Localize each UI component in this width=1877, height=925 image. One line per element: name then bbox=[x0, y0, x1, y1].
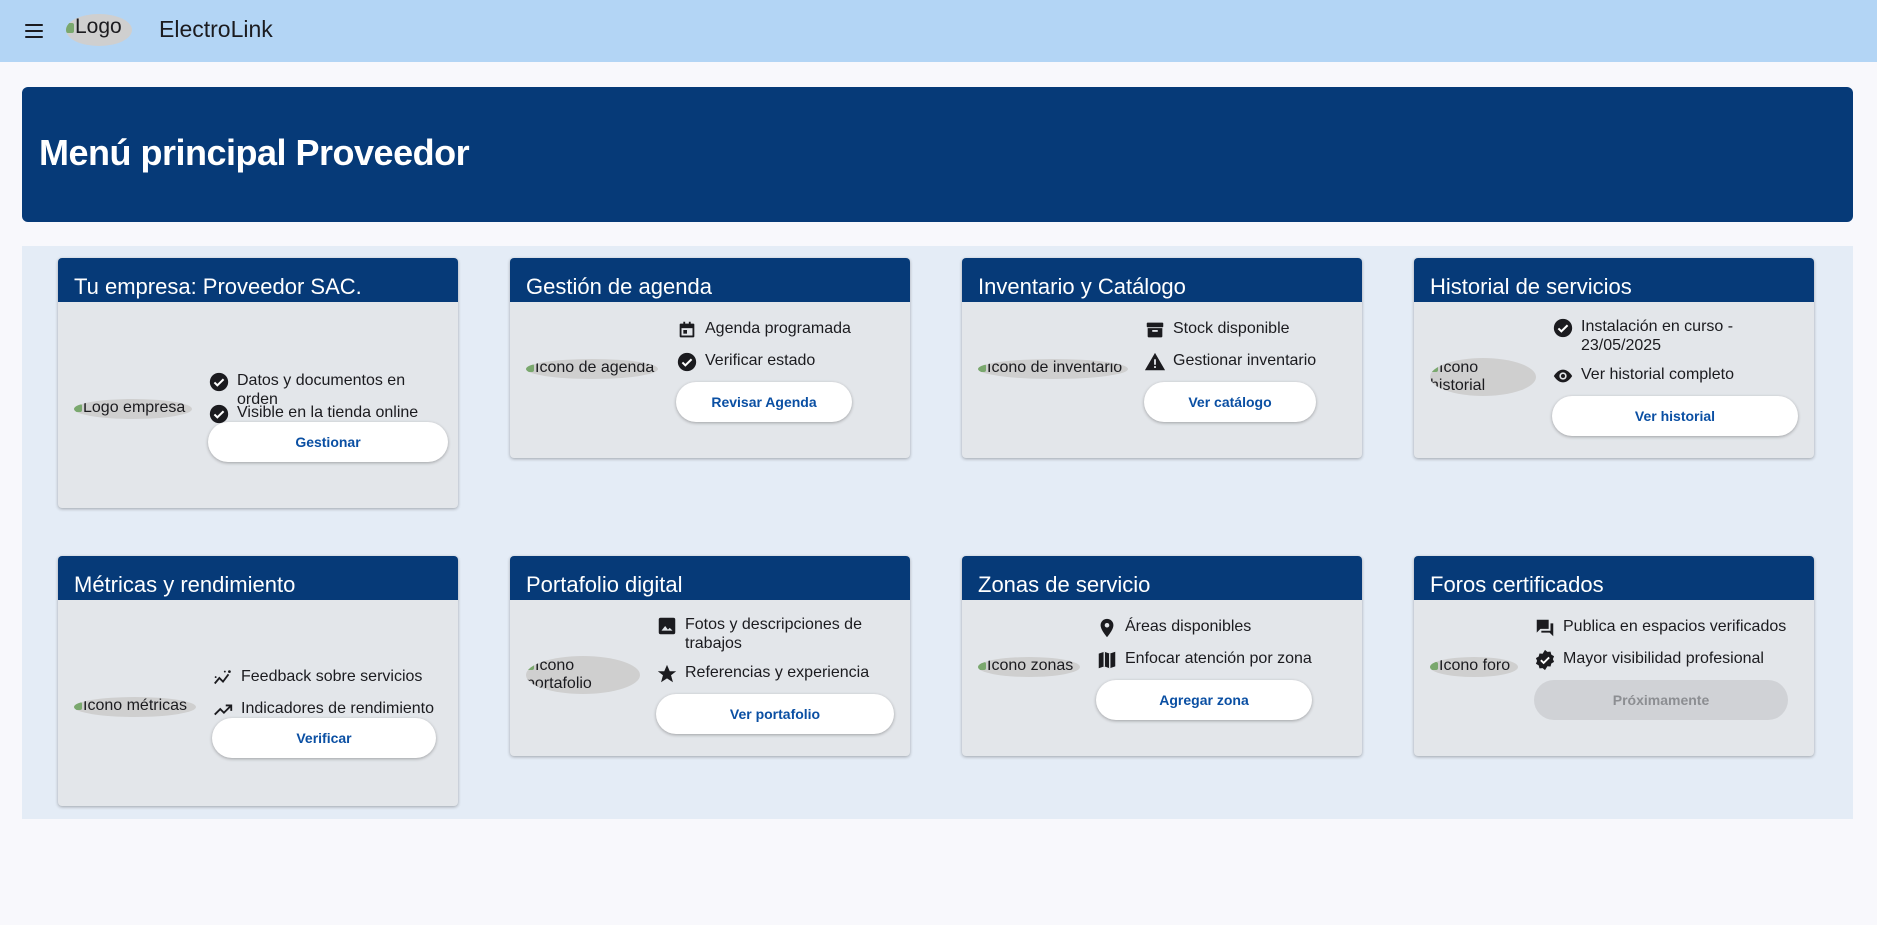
history-image: Icono historial bbox=[1430, 358, 1536, 396]
feature-item: Verificar estado bbox=[676, 351, 896, 373]
star-icon bbox=[657, 664, 677, 683]
forum-image: Icono foro bbox=[1430, 657, 1518, 677]
card-title: Tu empresa: Proveedor SAC. bbox=[58, 258, 458, 302]
map-icon bbox=[1098, 651, 1116, 669]
card-title: Zonas de servicio bbox=[962, 556, 1362, 600]
feature-item: Feedback sobre servicios bbox=[212, 667, 452, 689]
eye-icon bbox=[1553, 369, 1573, 383]
feature-item: Mayor visibilidad profesional bbox=[1534, 649, 1804, 671]
feature-item: Instalación en curso - 23/05/2025 bbox=[1552, 317, 1802, 355]
top-app-bar: Logo ElectroLink bbox=[0, 0, 1877, 62]
calendar-icon bbox=[679, 321, 695, 338]
feature-item: Agenda programada bbox=[676, 319, 896, 341]
hero-banner: Menú principal Proveedor bbox=[22, 87, 1853, 222]
card-agenda: Gestión de agenda Icono de agenda Agenda… bbox=[510, 258, 910, 458]
card-foros: Foros certificados Icono foro Publica en… bbox=[1414, 556, 1814, 756]
portfolio-image: Icono portafolio bbox=[526, 656, 640, 694]
proximamente-button[interactable]: Próximamente bbox=[1534, 680, 1788, 720]
archive-box-icon bbox=[1146, 322, 1164, 338]
hamburger-menu-icon[interactable] bbox=[22, 19, 46, 43]
card-title: Inventario y Catálogo bbox=[962, 258, 1362, 302]
feature-item: Stock disponible bbox=[1144, 319, 1354, 341]
broken-image-icon bbox=[66, 23, 74, 33]
feature-item: Enfocar atención por zona bbox=[1096, 649, 1356, 671]
inventory-image: Icono de inventario bbox=[978, 359, 1128, 379]
card-metricas: Métricas y rendimiento Icono métricas Fe… bbox=[58, 556, 458, 806]
revisar-agenda-button[interactable]: Revisar Agenda bbox=[676, 382, 852, 422]
card-title: Portafolio digital bbox=[510, 556, 910, 600]
feature-item: Referencias y experiencia bbox=[656, 663, 896, 685]
agenda-image: Icono de agenda bbox=[526, 359, 658, 379]
gestionar-button[interactable]: Gestionar bbox=[208, 422, 448, 462]
agregar-zona-button[interactable]: Agregar zona bbox=[1096, 680, 1312, 720]
forum-icon bbox=[1536, 619, 1554, 637]
app-logo: Logo bbox=[66, 14, 132, 46]
page-title: Menú principal Proveedor bbox=[39, 132, 470, 173]
card-grid: Tu empresa: Proveedor SAC. Logo empresa … bbox=[22, 246, 1853, 819]
insights-icon bbox=[214, 670, 231, 685]
logo-alt-text: Logo bbox=[75, 15, 122, 38]
feature-item: Gestionar inventario bbox=[1144, 351, 1354, 373]
feature-item: Fotos y descripciones de trabajos bbox=[656, 615, 896, 653]
card-title: Foros certificados bbox=[1414, 556, 1814, 600]
card-title: Métricas y rendimiento bbox=[58, 556, 458, 600]
location-pin-icon bbox=[1100, 618, 1114, 638]
card-zonas: Zonas de servicio Icono zonas Áreas disp… bbox=[962, 556, 1362, 756]
warning-icon bbox=[1144, 352, 1166, 371]
feature-item: Publica en espacios verificados bbox=[1534, 617, 1804, 639]
check-circle-icon bbox=[677, 352, 697, 372]
card-inventario: Inventario y Catálogo Icono de inventari… bbox=[962, 258, 1362, 458]
image-icon bbox=[658, 617, 676, 635]
metrics-image: Icono métricas bbox=[74, 697, 196, 717]
check-circle-icon bbox=[209, 372, 229, 392]
card-title: Historial de servicios bbox=[1414, 258, 1814, 302]
ver-historial-button[interactable]: Ver historial bbox=[1552, 396, 1798, 436]
check-circle-icon bbox=[1553, 318, 1573, 338]
app-title: ElectroLink bbox=[159, 16, 273, 42]
feature-item: Ver historial completo bbox=[1552, 365, 1802, 387]
zones-image: Icono zonas bbox=[978, 657, 1080, 677]
ver-catalogo-button[interactable]: Ver catálogo bbox=[1144, 382, 1316, 422]
feature-item: Áreas disponibles bbox=[1096, 617, 1356, 639]
ver-portafolio-button[interactable]: Ver portafolio bbox=[656, 694, 894, 734]
card-historial: Historial de servicios Icono historial I… bbox=[1414, 258, 1814, 458]
verificar-button[interactable]: Verificar bbox=[212, 718, 436, 758]
card-empresa: Tu empresa: Proveedor SAC. Logo empresa … bbox=[58, 258, 458, 508]
card-title: Gestión de agenda bbox=[510, 258, 910, 302]
company-logo-image: Logo empresa bbox=[74, 399, 192, 419]
verified-badge-icon bbox=[1535, 649, 1555, 671]
card-portafolio: Icono portafolio Portafolio digital Foto… bbox=[510, 556, 910, 756]
